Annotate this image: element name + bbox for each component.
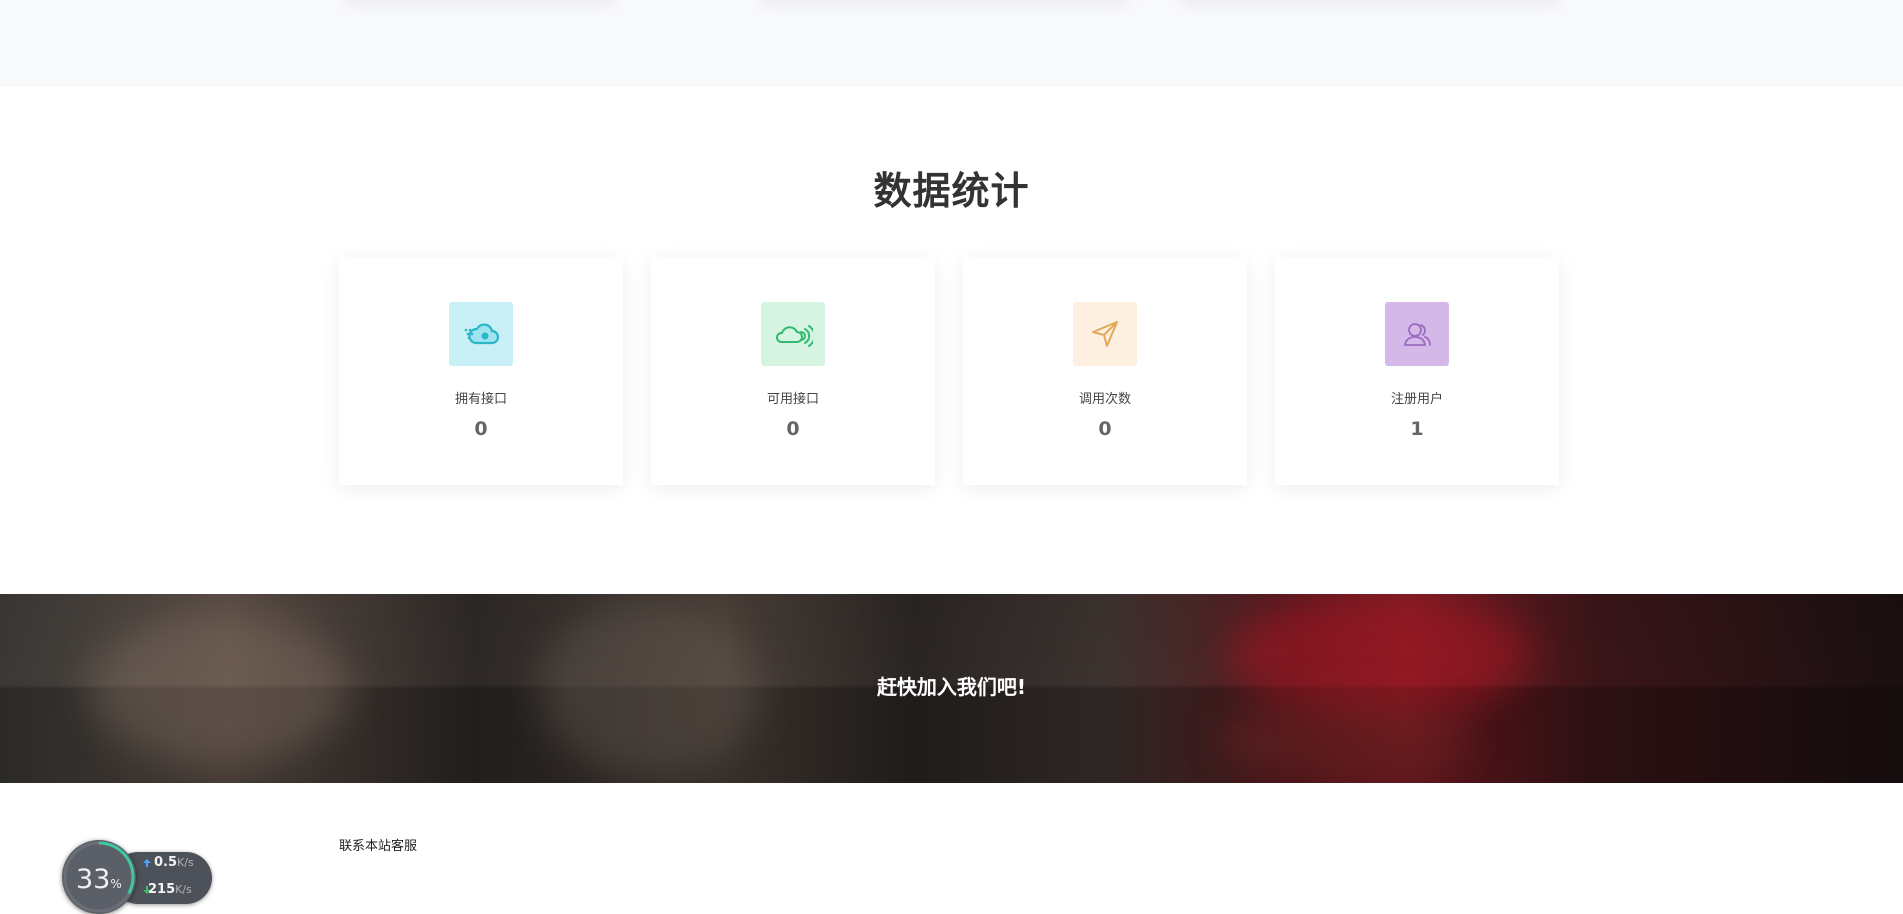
stats-section-title: 数据统计 xyxy=(873,169,1030,213)
users-icon xyxy=(1385,302,1449,366)
stat-value: 0 xyxy=(474,418,488,440)
contact-support-link[interactable]: 联系本站客服 xyxy=(339,835,417,854)
stat-label: 拥有接口 xyxy=(454,392,507,407)
stat-value: 1 xyxy=(1410,418,1424,440)
stat-card-available-apis: 可用接口 0 xyxy=(651,257,935,485)
banner-background-blur xyxy=(1220,694,1470,783)
cloud-speed-icon xyxy=(449,302,513,366)
upload-arrow-icon xyxy=(143,859,151,867)
cloud-signal-icon xyxy=(761,302,825,366)
top-gray-strip xyxy=(0,0,1903,87)
memory-usage-circle: 33% xyxy=(62,840,136,914)
stat-label: 可用接口 xyxy=(766,392,819,407)
stat-card-call-count: 调用次数 0 xyxy=(963,257,1247,485)
stat-card-registered-users: 注册用户 1 xyxy=(1275,257,1559,485)
download-speed: 215K/s xyxy=(148,882,192,897)
banner-slogan: 赶快加入我们吧! xyxy=(876,675,1027,699)
stat-label: 调用次数 xyxy=(1078,392,1131,407)
stat-label: 注册用户 xyxy=(1390,392,1443,407)
stat-value: 0 xyxy=(786,418,800,440)
stat-value: 0 xyxy=(1098,418,1112,440)
send-arrow-icon xyxy=(1073,302,1137,366)
join-us-banner: 赶快加入我们吧! xyxy=(0,594,1903,783)
stat-card-owned-apis: 拥有接口 0 xyxy=(339,257,623,485)
usage-percent: 33% xyxy=(76,864,122,895)
upload-speed: 0.5K/s xyxy=(154,855,194,870)
network-speed-widget[interactable]: 33% 0.5K/s 215K/s xyxy=(62,838,214,914)
stats-cards: 拥有接口 0 可用接口 0 调用次数 0 注册用户 1 xyxy=(339,257,1559,485)
